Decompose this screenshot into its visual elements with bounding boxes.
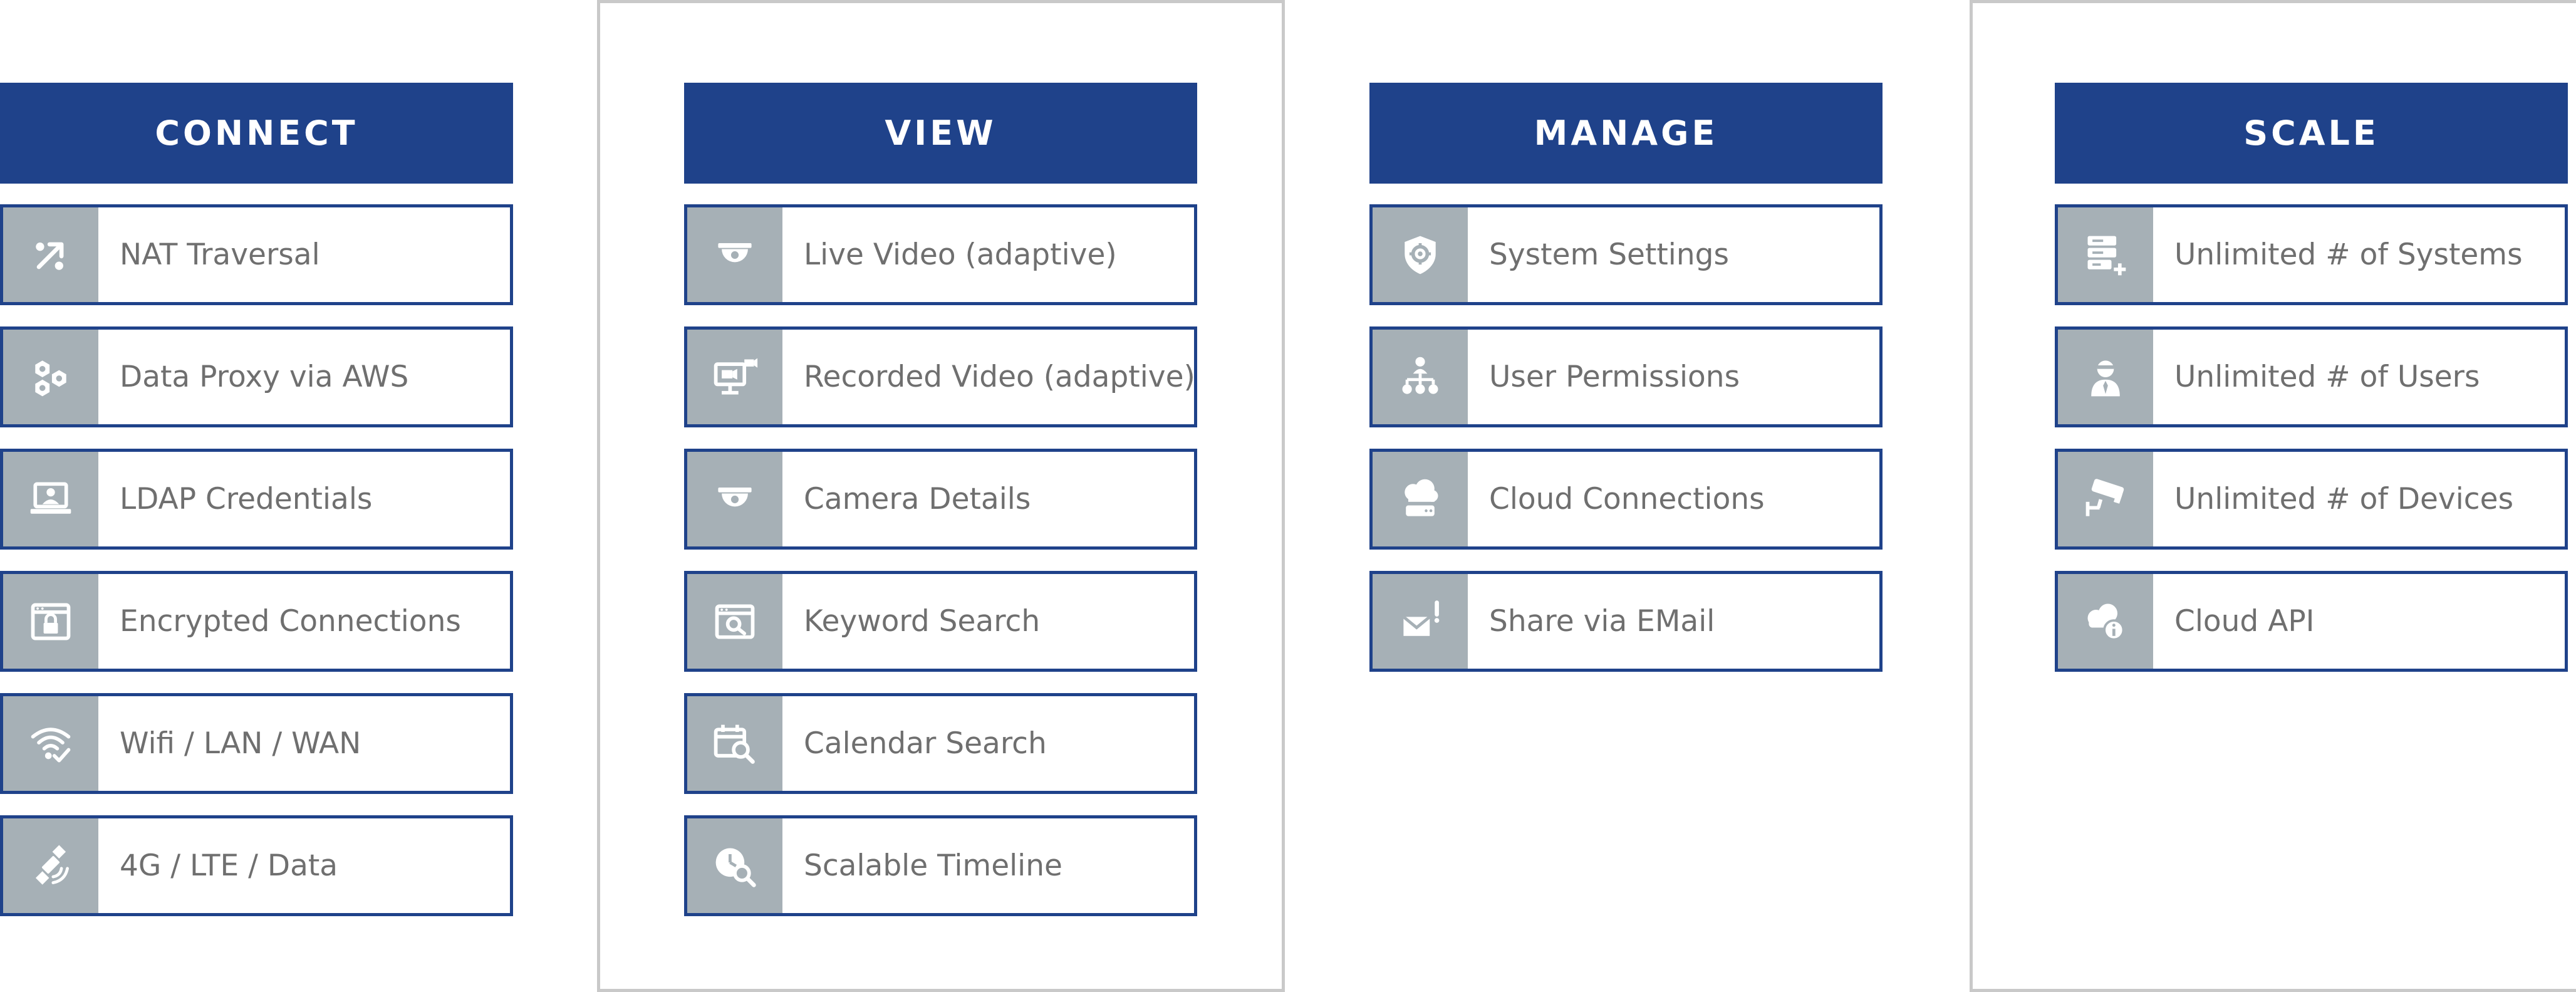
shield-gear-icon <box>1405 236 1436 274</box>
view-header: VIEW <box>684 83 1197 184</box>
feature-label: Share via EMail <box>1489 604 1715 639</box>
feature-live-video[interactable]: Live Video (adaptive) <box>684 204 1197 305</box>
feature-label: Unlimited # of Users <box>2174 360 2480 394</box>
feature-camera-details[interactable]: Camera Details <box>684 449 1197 550</box>
feature-system-settings[interactable]: System Settings <box>1369 204 1883 305</box>
feature-unlimited-devices[interactable]: Unlimited # of Devices <box>2055 449 2568 550</box>
dome-camera-icon <box>718 243 752 262</box>
feature-label: Calendar Search <box>804 726 1047 761</box>
feature-ldap-credentials[interactable]: LDAP Credentials <box>0 449 513 550</box>
feature-nat-traversal[interactable]: NAT Traversal <box>0 204 513 305</box>
feature-cloud-connections[interactable]: Cloud Connections <box>1369 449 1883 550</box>
feature-label: LDAP Credentials <box>120 482 373 516</box>
feature-label: Unlimited # of Devices <box>2174 482 2514 516</box>
feature-label: Unlimited # of Systems <box>2174 238 2523 272</box>
feature-calendar-search[interactable]: Calendar Search <box>684 693 1197 794</box>
wifi-icon <box>31 727 71 762</box>
feature-label: Camera Details <box>804 482 1031 516</box>
feature-cloud-api[interactable]: Cloud API <box>2055 571 2568 672</box>
feature-user-permissions[interactable]: User Permissions <box>1369 326 1883 427</box>
feature-wifi-lan-wan[interactable]: Wifi / LAN / WAN <box>0 693 513 794</box>
feature-label: Wifi / LAN / WAN <box>120 726 361 761</box>
cloud-info-icon <box>2087 603 2125 640</box>
encrypted-lock-icon <box>31 603 71 640</box>
server-add-icon <box>2087 236 2126 275</box>
calendar-search-icon <box>714 724 755 764</box>
scale-header: SCALE <box>2055 83 2568 184</box>
feature-label: System Settings <box>1489 238 1729 272</box>
feature-label: Live Video (adaptive) <box>804 238 1117 272</box>
feature-label: NAT Traversal <box>120 238 320 272</box>
camera-details-icon <box>718 487 752 506</box>
feature-label: Cloud API <box>2174 604 2315 639</box>
feature-encrypted-connections[interactable]: Encrypted Connections <box>0 571 513 672</box>
feature-label: Cloud Connections <box>1489 482 1765 516</box>
feature-recorded-video[interactable]: Recorded Video (adaptive) <box>684 326 1197 427</box>
nat-traversal-icon <box>36 242 64 270</box>
feature-label: Keyword Search <box>804 604 1041 639</box>
feature-scalable-timeline[interactable]: Scalable Timeline <box>684 815 1197 916</box>
feature-unlimited-systems[interactable]: Unlimited # of Systems <box>2055 204 2568 305</box>
feature-keyword-search[interactable]: Keyword Search <box>684 571 1197 672</box>
feature-data-proxy[interactable]: Data Proxy via AWS <box>0 326 513 427</box>
email-alert-icon <box>1402 600 1440 636</box>
feature-4g-lte-data[interactable]: 4G / LTE / Data <box>0 815 513 916</box>
org-chart-icon <box>1402 357 1438 394</box>
satellite-icon <box>35 844 69 885</box>
cctv-camera-icon <box>2085 478 2124 516</box>
feature-label: Encrypted Connections <box>120 604 461 639</box>
keyword-search-icon <box>715 603 755 639</box>
feature-label: Scalable Timeline <box>804 848 1062 883</box>
feature-grid: CONNECT NAT Traversal Data Proxy via AWS <box>0 0 2576 992</box>
user-icon <box>2091 360 2120 396</box>
feature-label: User Permissions <box>1489 360 1740 394</box>
connect-header: CONNECT <box>0 83 513 184</box>
feature-label: 4G / LTE / Data <box>120 848 338 883</box>
feature-share-via-email[interactable]: Share via EMail <box>1369 571 1883 672</box>
recorded-video-icon <box>714 358 758 395</box>
cloud-server-icon <box>1405 479 1438 516</box>
timeline-icon <box>715 848 756 887</box>
ldap-credentials-icon <box>30 481 71 514</box>
feature-label: Data Proxy via AWS <box>120 360 409 394</box>
feature-label: Recorded Video (adaptive) <box>804 360 1195 394</box>
feature-unlimited-users[interactable]: Unlimited # of Users <box>2055 326 2568 427</box>
manage-header: MANAGE <box>1369 83 1883 184</box>
data-proxy-icon <box>35 360 66 396</box>
